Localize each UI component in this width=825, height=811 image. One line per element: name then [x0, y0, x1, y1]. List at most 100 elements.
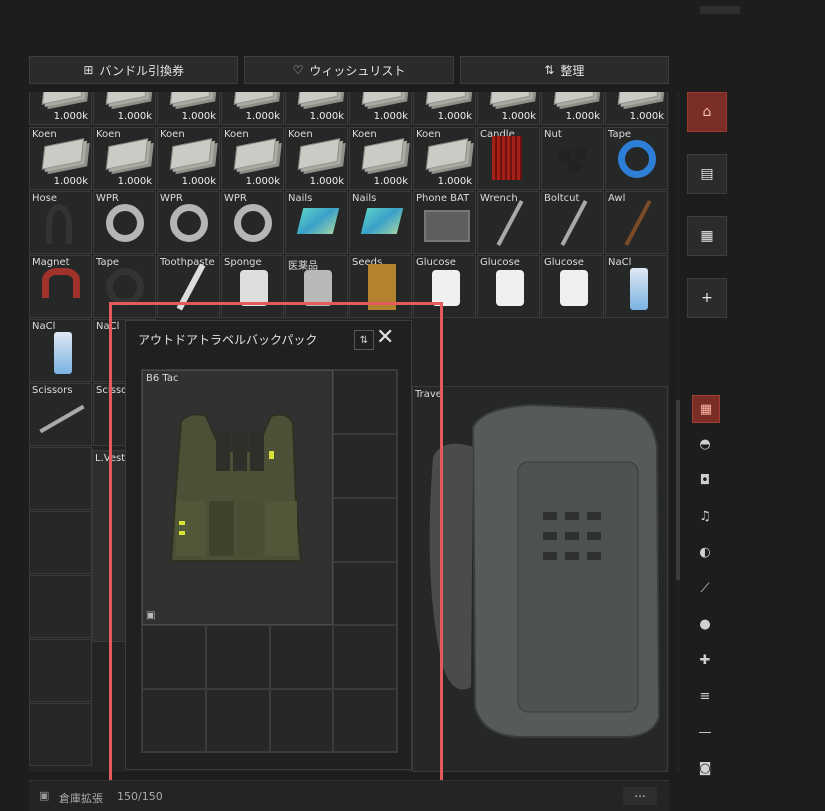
stash-cell-koen[interactable]: Koen 1.000k — [349, 127, 412, 190]
armor-icon: ◘ — [699, 472, 711, 488]
empty-cell[interactable] — [29, 703, 92, 766]
stash-cell-koen[interactable]: Koen 1.000k — [29, 127, 92, 190]
stash-cell-wpr[interactable]: WPR — [157, 191, 220, 254]
stash-cell-phone-bat[interactable]: Phone BAT — [413, 191, 476, 254]
stash-cell-nut[interactable]: Nut — [541, 127, 604, 190]
empty-cell[interactable] — [142, 689, 206, 752]
stash-cell-wpr[interactable]: WPR — [221, 191, 284, 254]
stash-cell-tape[interactable]: Tape — [93, 255, 156, 318]
home-button[interactable]: ⌂ — [687, 92, 727, 132]
stash-cell-glucose[interactable]: Glucose — [477, 255, 540, 318]
empty-cell[interactable] — [333, 498, 397, 562]
storage-button[interactable]: ▤ — [687, 154, 727, 194]
empty-cell[interactable] — [333, 370, 397, 434]
toothpaste-icon — [176, 263, 206, 311]
stash-cell-nacl[interactable]: NaCl — [29, 319, 92, 382]
filter-weapon-button[interactable]: ⟋ — [692, 575, 718, 601]
backpack-icon — [429, 403, 661, 738]
stash-cell-nails[interactable]: Nails — [349, 191, 412, 254]
stash-cell-lvest[interactable]: L.Vest — [92, 450, 126, 642]
money-icon — [425, 138, 469, 170]
stash-cell-money[interactable]: 1.000k — [477, 92, 540, 125]
empty-cell[interactable] — [206, 625, 270, 689]
stash-cell-koen[interactable]: Koen 1.000k — [157, 127, 220, 190]
stash-cell-money[interactable]: 1.000k — [29, 92, 92, 125]
bundle-voucher-button[interactable]: ⊞ バンドル引換券 — [29, 56, 239, 84]
stash-cell-koen[interactable]: Koen 1.000k — [93, 127, 156, 190]
empty-cell[interactable] — [333, 434, 397, 498]
stash-cell-tape[interactable]: Tape — [605, 127, 668, 190]
stash-cell-money[interactable]: 1.000k — [221, 92, 284, 125]
money-icon — [553, 92, 597, 105]
stash-cell-toothpaste[interactable]: Toothpaste — [157, 255, 220, 318]
stash-cell-glucose[interactable]: Glucose — [413, 255, 476, 318]
stash-cell-scissors[interactable]: Scissors — [29, 383, 92, 446]
stash-scrollbar-thumb[interactable] — [676, 400, 680, 580]
money-icon — [233, 92, 277, 105]
filter-ammo-button[interactable]: ≡ — [692, 683, 718, 709]
stash-capacity: 150/150 — [117, 790, 163, 803]
filter-medical-button[interactable]: ✚ — [692, 647, 718, 673]
empty-cell[interactable] — [333, 562, 397, 625]
stash-cell-glucose[interactable]: Glucose — [541, 255, 604, 318]
add-tab-button[interactable]: + — [687, 278, 727, 318]
stash-cell-koen[interactable]: Koen 1.000k — [285, 127, 348, 190]
filter-headwear-button[interactable]: ◓ — [692, 431, 718, 457]
empty-cell[interactable] — [206, 689, 270, 752]
stash-cell-nacl[interactable]: NaCl — [605, 255, 668, 318]
storage-add-button[interactable]: ▦ — [687, 216, 727, 256]
empty-cell[interactable] — [29, 447, 92, 510]
stash-cell-wrench[interactable]: Wrench — [477, 191, 540, 254]
stash-cell-money[interactable]: 1.000k — [349, 92, 412, 125]
empty-cell[interactable] — [270, 625, 333, 689]
empty-cell[interactable] — [29, 511, 92, 574]
empty-cell[interactable] — [333, 625, 397, 689]
stash-cell-money[interactable]: 1.000k — [93, 92, 156, 125]
stash-cell-money[interactable]: 1.000k — [413, 92, 476, 125]
close-icon[interactable]: ✕ — [376, 327, 394, 349]
empty-cell[interactable] — [333, 689, 397, 752]
stash-cell-hose[interactable]: Hose — [29, 191, 92, 254]
filter-armor-button[interactable]: ◘ — [692, 467, 718, 493]
stash-cell-magnet[interactable]: Magnet — [29, 255, 92, 318]
money-icon — [105, 138, 149, 170]
stash-cell-seeds[interactable]: Seeds — [349, 255, 412, 318]
stash-cell-koen[interactable]: Koen 1.000k — [221, 127, 284, 190]
stash-cell-money[interactable]: 1.000k — [157, 92, 220, 125]
item-name: Koen — [96, 129, 121, 140]
filter-knife-button[interactable]: — — [692, 719, 718, 745]
sort-icon[interactable]: ⇅ — [354, 330, 374, 350]
stash-cell-travel-backpack[interactable]: Trave — [412, 386, 668, 772]
wishlist-button[interactable]: ♡ ウィッシュリスト — [244, 56, 454, 84]
item-count: 1.000k — [309, 176, 344, 187]
more-options-button[interactable]: ... — [623, 787, 657, 805]
item-count: 1.000k — [501, 111, 536, 122]
item-count: 1.000k — [629, 111, 664, 122]
empty-cell[interactable] — [142, 625, 206, 689]
item-count: 1.000k — [181, 111, 216, 122]
stash-cell-boltcut[interactable]: Boltcut — [541, 191, 604, 254]
empty-cell[interactable] — [29, 639, 92, 702]
stash-cell-sponge[interactable]: Sponge — [221, 255, 284, 318]
item-name: Nut — [544, 129, 562, 140]
filter-grenade-button[interactable]: ● — [692, 611, 718, 637]
stash-cell-money[interactable]: 1.000k — [285, 92, 348, 125]
stash-cell-awl[interactable]: Awl — [605, 191, 668, 254]
filter-facecover-button[interactable]: ◐ — [692, 539, 718, 565]
stash-cell-medicine[interactable]: 医薬品 — [285, 255, 348, 318]
filter-all-button[interactable]: ▦ — [692, 395, 720, 423]
stash-cell-money[interactable]: 1.000k — [605, 92, 668, 125]
empty-cell[interactable] — [270, 689, 333, 752]
sort-button[interactable]: ⇅ 整理 — [459, 56, 669, 84]
stash-cell-wpr[interactable]: WPR — [93, 191, 156, 254]
empty-cell[interactable] — [29, 575, 92, 638]
stash-cell-candle[interactable]: Candle — [477, 127, 540, 190]
stash-cell-money[interactable]: 1.000k — [541, 92, 604, 125]
bundle-voucher-label: バンドル引換券 — [99, 63, 184, 78]
stash-cell-koen[interactable]: Koen 1.000k — [413, 127, 476, 190]
container-item-b6-tac[interactable]: B6 Tac ▣ — [142, 370, 333, 625]
filter-misc-button[interactable]: ◙ — [692, 755, 718, 781]
filter-headset-button[interactable]: ♫ — [692, 503, 718, 529]
stash-cell-nails[interactable]: Nails — [285, 191, 348, 254]
window-controls — [700, 6, 740, 14]
